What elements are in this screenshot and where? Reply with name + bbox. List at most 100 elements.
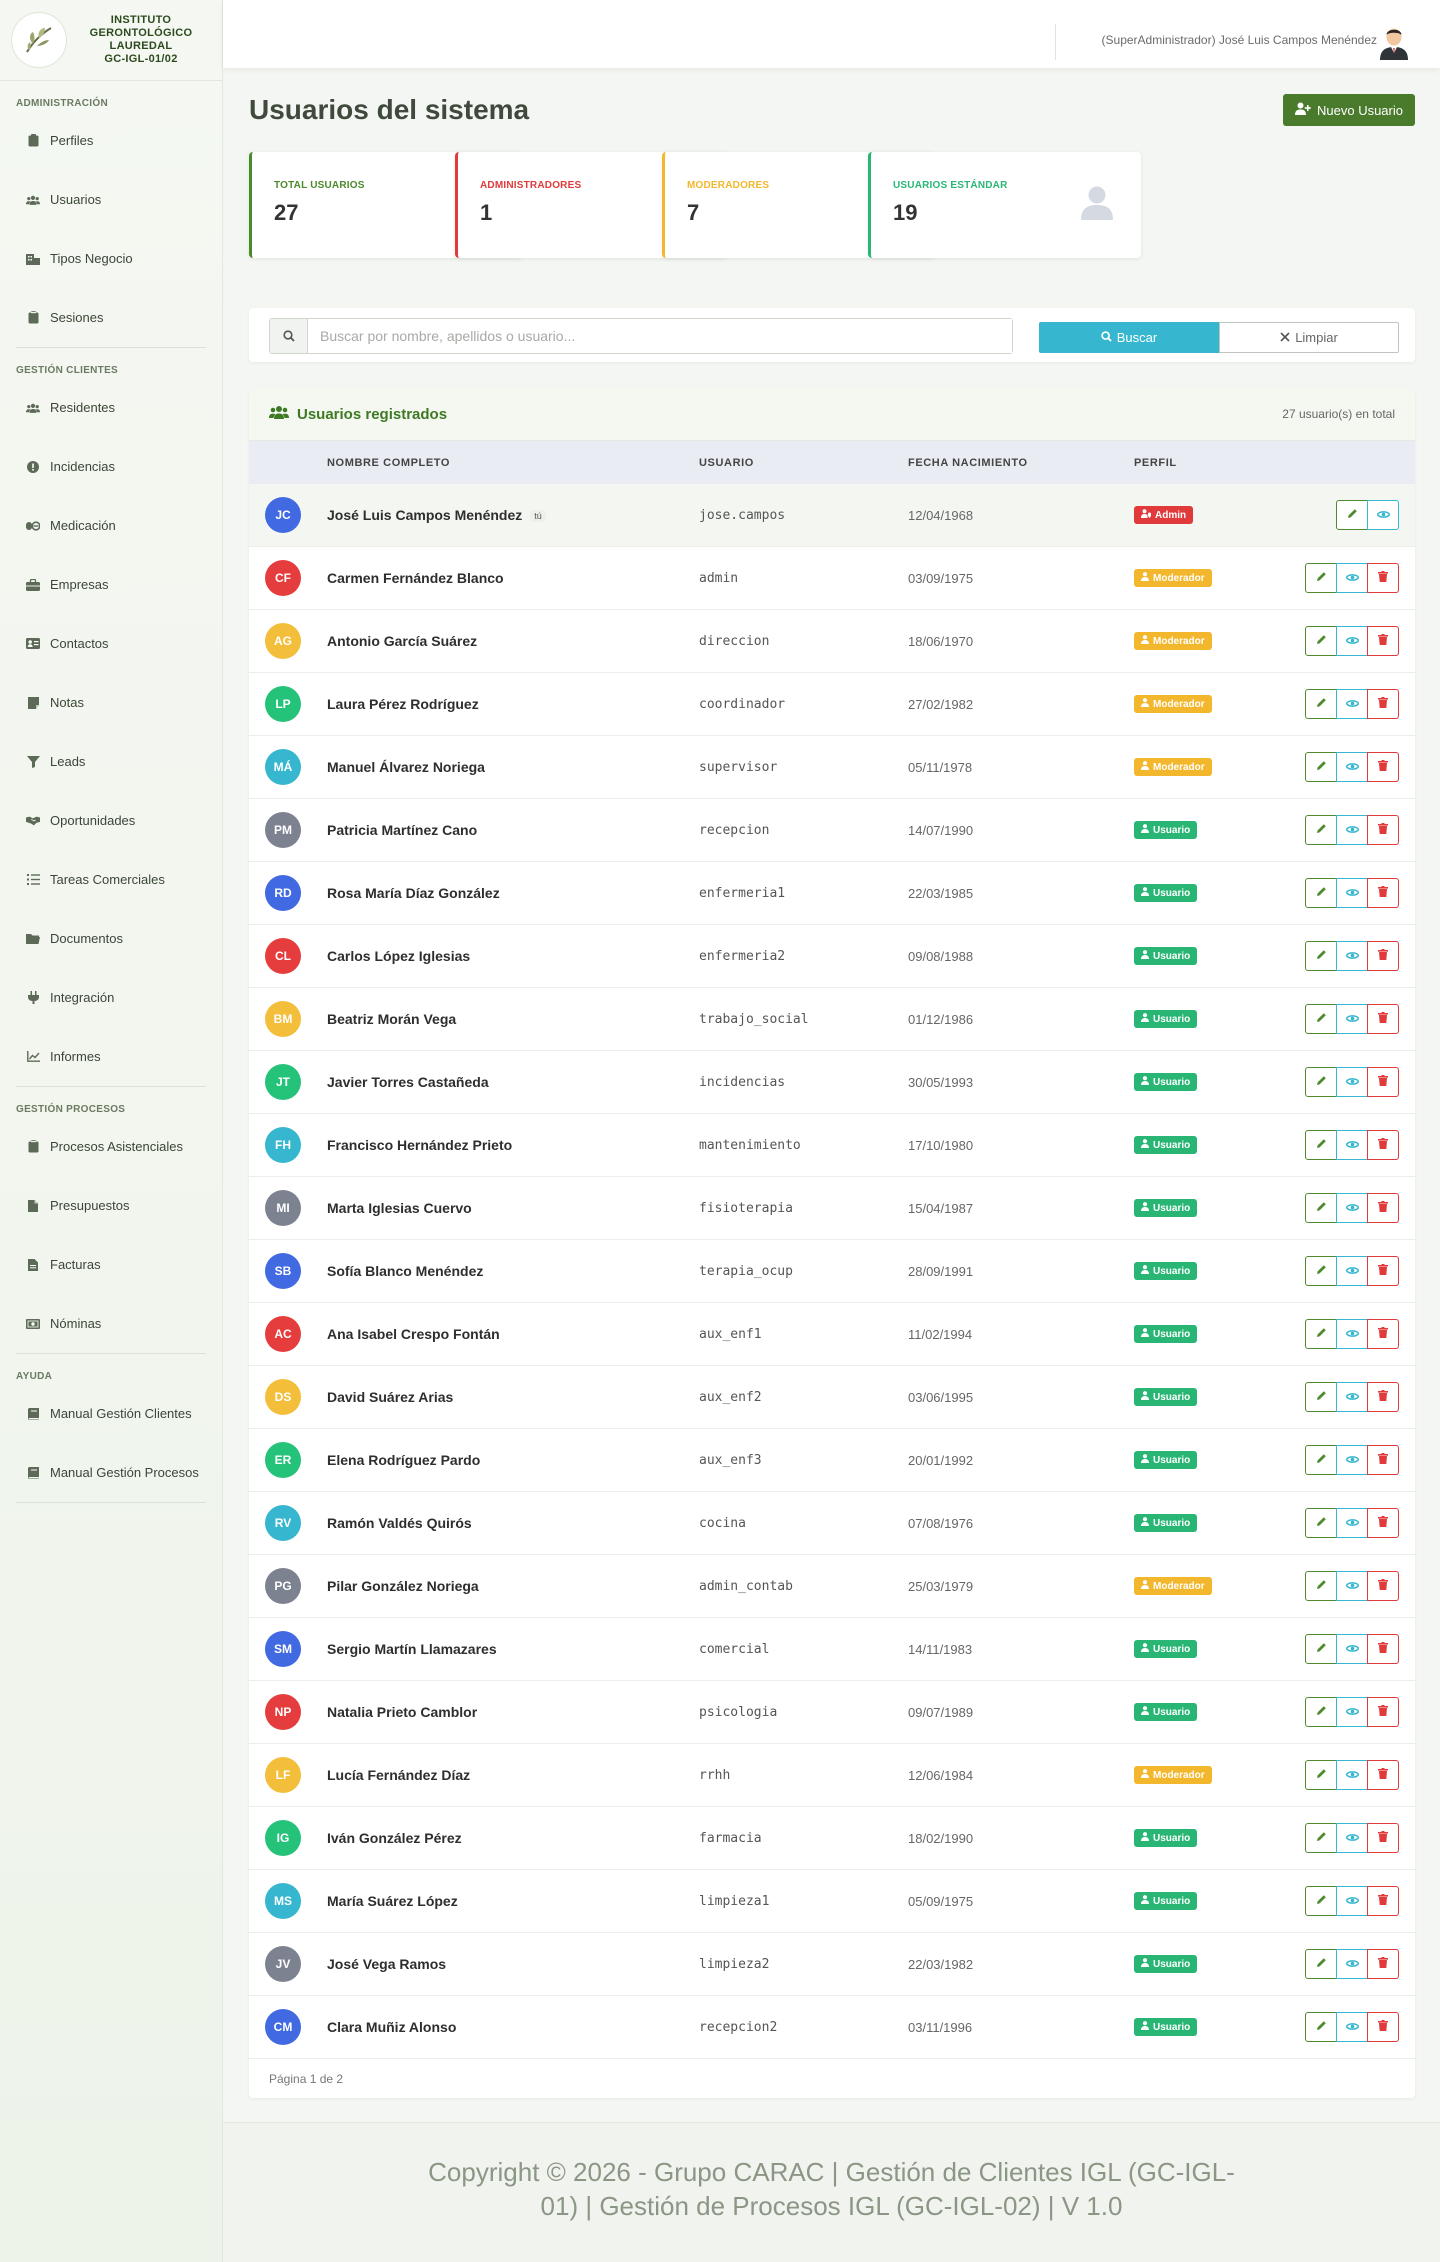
sidebar-item-tareas-comerciales[interactable]: Tareas Comerciales (0, 850, 222, 909)
table-row[interactable]: MÁ Manuel Álvarez Noriega supervisor 05/… (249, 736, 1415, 799)
edit-button[interactable] (1305, 1004, 1337, 1034)
sidebar-item-perfiles[interactable]: Perfiles (0, 111, 222, 170)
delete-button[interactable] (1367, 1382, 1399, 1412)
edit-button[interactable] (1305, 752, 1337, 782)
column-header-profile[interactable]: PERFIL (1134, 457, 1177, 469)
sidebar-item-leads[interactable]: Leads (0, 732, 222, 791)
sidebar-item-presupuestos[interactable]: Presupuestos (0, 1176, 222, 1235)
view-button[interactable] (1336, 941, 1368, 971)
edit-button[interactable] (1305, 1256, 1337, 1286)
view-button[interactable] (1336, 815, 1368, 845)
view-button[interactable] (1336, 2012, 1368, 2042)
table-row[interactable]: CF Carmen Fernández Blanco admin 03/09/1… (249, 547, 1415, 610)
table-row[interactable]: AC Ana Isabel Crespo Fontán aux_enf1 11/… (249, 1303, 1415, 1366)
edit-button[interactable] (1305, 815, 1337, 845)
view-button[interactable] (1336, 1445, 1368, 1475)
table-row[interactable]: LP Laura Pérez Rodríguez coordinador 27/… (249, 673, 1415, 736)
edit-button[interactable] (1305, 1571, 1337, 1601)
table-row[interactable]: PM Patricia Martínez Cano recepcion 14/0… (249, 799, 1415, 862)
table-row[interactable]: RD Rosa María Díaz González enfermeria1 … (249, 862, 1415, 925)
delete-button[interactable] (1367, 752, 1399, 782)
table-row[interactable]: IG Iván González Pérez farmacia 18/02/19… (249, 1807, 1415, 1870)
view-button[interactable] (1336, 1697, 1368, 1727)
sidebar-item-informes[interactable]: Informes (0, 1027, 222, 1086)
view-button[interactable] (1336, 1508, 1368, 1538)
table-row[interactable]: BM Beatriz Morán Vega trabajo_social 01/… (249, 988, 1415, 1051)
sidebar-item-usuarios[interactable]: Usuarios (0, 170, 222, 229)
edit-button[interactable] (1305, 1067, 1337, 1097)
view-button[interactable] (1336, 1004, 1368, 1034)
delete-button[interactable] (1367, 1634, 1399, 1664)
table-row[interactable]: MI Marta Iglesias Cuervo fisioterapia 15… (249, 1177, 1415, 1240)
view-button[interactable] (1336, 1760, 1368, 1790)
view-button[interactable] (1336, 689, 1368, 719)
view-button[interactable] (1336, 1823, 1368, 1853)
brand[interactable]: INSTITUTO GERONTOLÓGICO LAUREDAL GC-IGL-… (0, 0, 222, 81)
table-row[interactable]: JV José Vega Ramos limpieza2 22/03/1982 … (249, 1933, 1415, 1996)
view-button[interactable] (1336, 1571, 1368, 1601)
table-row[interactable]: ER Elena Rodríguez Pardo aux_enf3 20/01/… (249, 1429, 1415, 1492)
view-button[interactable] (1336, 1949, 1368, 1979)
delete-button[interactable] (1367, 1445, 1399, 1475)
delete-button[interactable] (1367, 1760, 1399, 1790)
delete-button[interactable] (1367, 1004, 1399, 1034)
delete-button[interactable] (1367, 689, 1399, 719)
delete-button[interactable] (1367, 1886, 1399, 1916)
sidebar-item-manual-gestion-clientes[interactable]: Manual Gestión Clientes (0, 1384, 222, 1443)
sidebar-item-empresas[interactable]: Empresas (0, 555, 222, 614)
search-input[interactable] (308, 319, 1012, 353)
column-header-user[interactable]: USUARIO (699, 457, 754, 469)
sidebar-item-documentos[interactable]: Documentos (0, 909, 222, 968)
edit-button[interactable] (1305, 2012, 1337, 2042)
table-row[interactable]: CL Carlos López Iglesias enfermeria2 09/… (249, 925, 1415, 988)
delete-button[interactable] (1367, 626, 1399, 656)
view-button[interactable] (1336, 878, 1368, 908)
table-row[interactable]: SB Sofía Blanco Menéndez terapia_ocup 28… (249, 1240, 1415, 1303)
sidebar-item-procesos-asistenciales[interactable]: Procesos Asistenciales (0, 1117, 222, 1176)
edit-button[interactable] (1305, 1634, 1337, 1664)
edit-button[interactable] (1305, 689, 1337, 719)
table-row[interactable]: JC José Luis Campos Menéndez tú jose.camp… (249, 484, 1415, 547)
table-row[interactable]: NP Natalia Prieto Camblor psicologia 09/… (249, 1681, 1415, 1744)
view-button[interactable] (1367, 500, 1399, 530)
clear-button[interactable]: Limpiar (1219, 322, 1399, 353)
view-button[interactable] (1336, 563, 1368, 593)
delete-button[interactable] (1367, 941, 1399, 971)
table-row[interactable]: PG Pilar González Noriega admin_contab 2… (249, 1555, 1415, 1618)
table-row[interactable]: CM Clara Muñiz Alonso recepcion2 03/11/1… (249, 1996, 1415, 2059)
edit-button[interactable] (1305, 941, 1337, 971)
sidebar-item-sesiones[interactable]: Sesiones (0, 288, 222, 347)
edit-button[interactable] (1305, 1697, 1337, 1727)
delete-button[interactable] (1367, 1130, 1399, 1160)
delete-button[interactable] (1367, 1067, 1399, 1097)
edit-button[interactable] (1305, 1823, 1337, 1853)
delete-button[interactable] (1367, 1697, 1399, 1727)
delete-button[interactable] (1367, 1193, 1399, 1223)
view-button[interactable] (1336, 752, 1368, 782)
sidebar-item-facturas[interactable]: Facturas (0, 1235, 222, 1294)
edit-button[interactable] (1305, 1886, 1337, 1916)
delete-button[interactable] (1367, 1256, 1399, 1286)
sidebar-item-oportunidades[interactable]: Oportunidades (0, 791, 222, 850)
edit-button[interactable] (1305, 1382, 1337, 1412)
edit-button[interactable] (1305, 1193, 1337, 1223)
new-user-button[interactable]: Nuevo Usuario (1283, 94, 1415, 126)
delete-button[interactable] (1367, 2012, 1399, 2042)
view-button[interactable] (1336, 1634, 1368, 1664)
column-header-birthdate[interactable]: FECHA NACIMIENTO (908, 457, 1028, 469)
sidebar-item-integracion[interactable]: Integración (0, 968, 222, 1027)
view-button[interactable] (1336, 1193, 1368, 1223)
edit-button[interactable] (1305, 1760, 1337, 1790)
edit-button[interactable] (1336, 500, 1368, 530)
delete-button[interactable] (1367, 1823, 1399, 1853)
sidebar-item-manual-gestion-procesos[interactable]: Manual Gestión Procesos (0, 1443, 222, 1502)
table-row[interactable]: RV Ramón Valdés Quirós cocina 07/08/1976… (249, 1492, 1415, 1555)
view-button[interactable] (1336, 1382, 1368, 1412)
user-avatar[interactable] (1378, 24, 1410, 60)
view-button[interactable] (1336, 1130, 1368, 1160)
delete-button[interactable] (1367, 1508, 1399, 1538)
table-row[interactable]: FH Francisco Hernández Prieto mantenimie… (249, 1114, 1415, 1177)
sidebar-item-medicacion[interactable]: Medicación (0, 496, 222, 555)
delete-button[interactable] (1367, 1949, 1399, 1979)
edit-button[interactable] (1305, 1949, 1337, 1979)
